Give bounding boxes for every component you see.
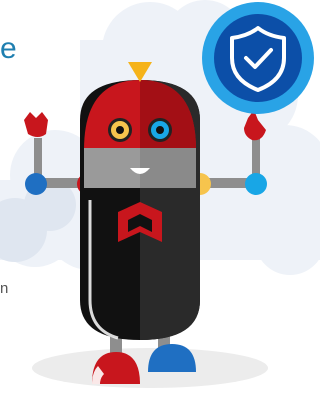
robot-illustration: [0, 0, 320, 388]
shield-check-icon: [202, 2, 314, 114]
right-eye: [148, 118, 172, 142]
left-eye: [108, 118, 132, 142]
left-elbow-joint: [25, 173, 47, 195]
right-elbow-joint: [245, 173, 267, 195]
left-hand: [24, 112, 48, 137]
